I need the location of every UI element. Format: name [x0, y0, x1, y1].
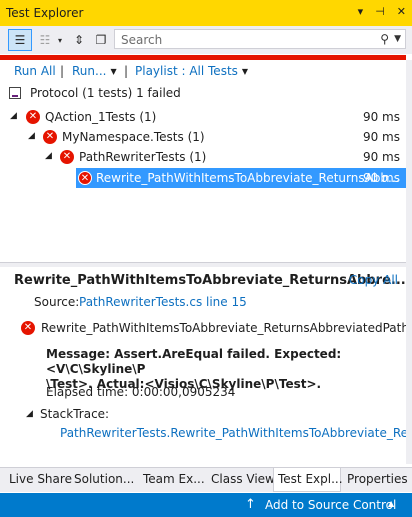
failed-icon: ✕ — [26, 110, 40, 124]
playlist-label: Playlist : All Tests — [135, 64, 238, 78]
node-label: PathRewriterTests (1) — [79, 150, 207, 164]
group-options-icon[interactable]: ☷ — [34, 30, 56, 50]
pin-icon[interactable]: ⊣ — [375, 5, 385, 18]
group-by-icon[interactable]: ☰ — [8, 29, 32, 51]
details-test-name: Rewrite_PathWithItemsToAbbreviate_Return… — [41, 321, 406, 335]
copy-all-link[interactable]: Copy All — [349, 273, 398, 287]
node-duration: 90 ms — [362, 130, 400, 144]
tab-team-explorer[interactable]: Team Ex... — [139, 468, 209, 490]
tool-window-tabs: Live Share Solution... Team Ex... Class … — [0, 467, 412, 492]
collapse-icon[interactable]: ◢ — [28, 131, 35, 141]
test-status-bar — [0, 55, 406, 60]
group-dropdown-icon[interactable]: ▾ — [56, 30, 64, 50]
run-dropdown[interactable]: Run... ▼ — [72, 64, 117, 78]
status-bar: ↑ Add to Source Control ▲ — [0, 493, 412, 517]
chevron-up-icon[interactable]: ▲ — [388, 499, 394, 508]
search-options-dropdown-icon[interactable]: ▼ — [394, 34, 401, 44]
window-title: Test Explorer — [6, 6, 84, 20]
search-input[interactable] — [119, 32, 373, 48]
failed-icon: ✕ — [78, 171, 92, 185]
run-label: Run... — [72, 64, 107, 78]
chevron-down-icon: ▼ — [110, 67, 117, 76]
collapse-icon[interactable]: ◢ — [45, 151, 52, 161]
collapse-icon[interactable]: ◢ — [10, 111, 17, 121]
scrollbar[interactable] — [406, 60, 412, 464]
separator: | — [60, 64, 65, 78]
close-icon[interactable]: ✕ — [397, 5, 406, 18]
node-label: QAction_1Tests (1) — [45, 110, 157, 124]
search-icon[interactable]: ⚲ — [380, 32, 389, 46]
expand-all-icon[interactable]: ⇕ — [68, 30, 90, 50]
test-tree: Protocol (1 tests) 1 failed ◢ ✕ QAction_… — [0, 82, 406, 262]
failed-icon: ✕ — [43, 130, 57, 144]
playlist-dropdown[interactable]: Playlist : All Tests ▼ — [135, 64, 248, 78]
node-duration: 90 ms — [362, 171, 400, 185]
elapsed-time: Elapsed time: 0:00:00,0905234 — [46, 385, 236, 399]
tab-live-share[interactable]: Live Share — [5, 468, 76, 490]
title-bar: Test Explorer ▾ ⊣ ✕ — [0, 0, 412, 27]
test-details-pane: Rewrite_PathWithItemsToAbbreviate_Return… — [0, 266, 406, 466]
separator: | — [124, 64, 129, 78]
tree-node-class[interactable]: ◢ ✕ PathRewriterTests (1) 90 ms — [0, 147, 406, 167]
stacktrace-label: StackTrace: — [40, 407, 110, 421]
tab-class-view[interactable]: Class View — [207, 468, 279, 490]
failed-icon: ✕ — [60, 150, 74, 164]
search-box[interactable]: ⚲ ▼ — [114, 29, 406, 49]
node-duration: 90 ms — [362, 150, 400, 164]
command-bar: Run All | Run... ▼ | Playlist : All Tests… — [0, 61, 406, 81]
run-all-link[interactable]: Run All — [14, 64, 56, 78]
protocol-label: Protocol (1 tests) 1 failed — [30, 86, 181, 100]
tab-test-explorer[interactable]: Test Expl... — [273, 468, 343, 492]
collapse-icon[interactable]: ◢ — [26, 409, 33, 419]
window-position-dropdown-icon[interactable]: ▾ — [358, 5, 364, 18]
tree-node-qaction[interactable]: ◢ ✕ QAction_1Tests (1) 90 ms — [0, 107, 406, 127]
add-to-source-control[interactable]: Add to Source Control — [265, 498, 396, 512]
arrow-up-icon: ↑ — [245, 497, 256, 512]
node-label: MyNamespace.Tests (1) — [62, 130, 205, 144]
details-title: Rewrite_PathWithItemsToAbbreviate_Return… — [14, 273, 406, 288]
node-label: Rewrite_PathWithItemsToAbbreviate_Return… — [96, 171, 400, 185]
tree-node-namespace[interactable]: ◢ ✕ MyNamespace.Tests (1) 90 ms — [0, 127, 406, 147]
tab-solution-explorer[interactable]: Solution... — [70, 468, 138, 490]
failed-icon: ✕ — [21, 321, 35, 335]
visual-studio-icon — [9, 87, 21, 99]
tree-node-test-selected[interactable]: ✕ Rewrite_PathWithItemsToAbbreviate_Retu… — [0, 168, 406, 188]
node-duration: 90 ms — [362, 110, 400, 124]
stacktrace-link[interactable]: PathRewriterTests.Rewrite_PathWithItemsT… — [60, 426, 406, 440]
protocol-row[interactable]: Protocol (1 tests) 1 failed — [0, 83, 406, 103]
error-message-line: Message: Assert.AreEqual failed. Expecte… — [46, 347, 342, 376]
chevron-down-icon: ▼ — [241, 67, 249, 76]
copy-icon[interactable]: ❐ — [90, 30, 112, 50]
source-label: Source: — [34, 295, 80, 309]
source-link[interactable]: PathRewriterTests.cs line 15 — [79, 295, 247, 309]
tab-properties[interactable]: Properties — [343, 468, 412, 490]
